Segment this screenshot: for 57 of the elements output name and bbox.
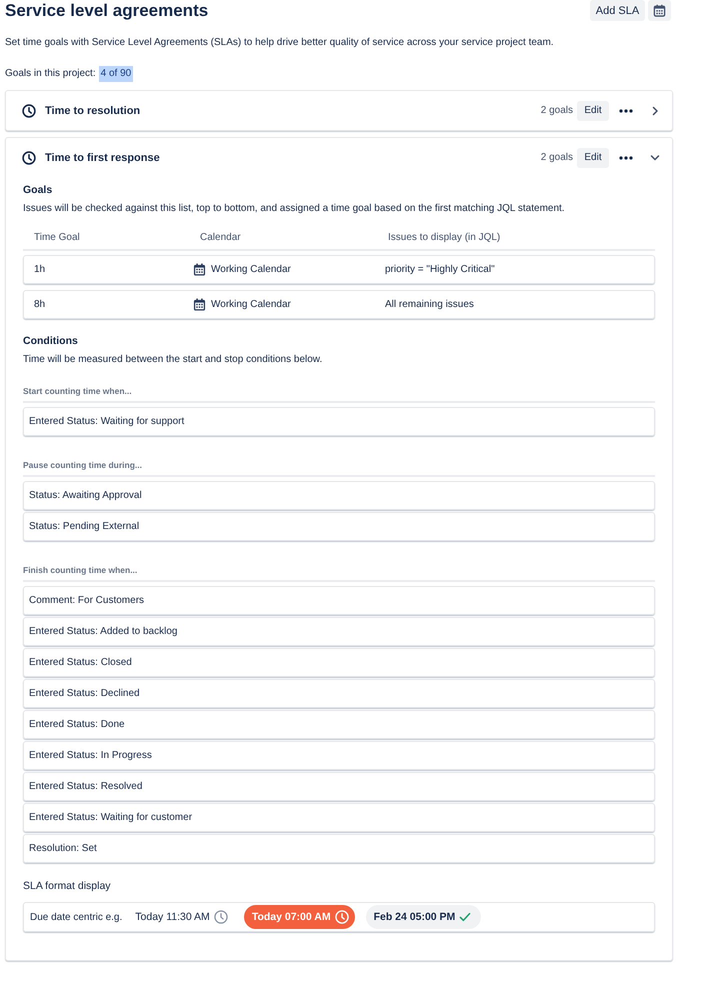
section-description: Time will be measured between the start and stop conditions below.	[23, 353, 324, 367]
condition-item: Entered Status: Closed	[23, 648, 655, 677]
edit-button[interactable]: Edit	[577, 100, 609, 120]
condition-item: Entered Status: Waiting for support	[23, 407, 655, 436]
table-cell-text: 8h	[34, 299, 46, 310]
condition-item: Entered Status: In Progress	[23, 741, 655, 770]
sla-time: Feb 24 05:00 PM	[374, 911, 456, 923]
table-cell: Working Calendar	[211, 299, 291, 310]
goal-count: 2 goals	[540, 105, 573, 116]
table-cell-text: All remaining issues	[385, 299, 475, 310]
condition-item: Entered Status: Waiting for customer	[23, 803, 655, 832]
condition-item: Entered Status: Added to backlog	[23, 617, 655, 646]
condition-group-label: Finish counting time when...	[23, 564, 138, 576]
clock-icon	[22, 104, 36, 118]
sla-name: Time to resolution	[45, 104, 142, 116]
more-icon[interactable]	[619, 108, 633, 112]
clock-icon	[22, 150, 36, 164]
goal-count: 2 goals	[540, 152, 573, 163]
table-cell-text: 1h	[34, 264, 46, 275]
page-description: Set time goals with Service Level Agreements (SLAs) to help drive better quality of service across your service project team.	[5, 36, 555, 50]
clock-icon	[334, 910, 349, 924]
sla-time: Today 07:00 AM	[252, 911, 331, 923]
chevron-right-icon[interactable]	[650, 106, 660, 116]
condition-item: Resolution: Set	[23, 834, 655, 863]
column-header: Issues to display (in JQL)	[388, 231, 502, 245]
calendar-icon	[193, 298, 206, 311]
condition-item: Comment: For Customers	[23, 586, 655, 615]
add-sla-button[interactable]: Add SLA	[590, 0, 645, 21]
goals-count-value: 4 of 90	[98, 66, 134, 82]
section-description: Issues will be checked against this list, top to bottom, and assigned a time goal based on the first matching JQL statement.	[23, 202, 566, 216]
calendar-icon	[653, 4, 666, 17]
condition-item: Entered Status: Declined	[23, 679, 655, 708]
check-icon	[459, 912, 472, 922]
condition-item: Status: Awaiting Approval	[23, 481, 655, 510]
table-cell-text: priority = "Highly Critical"	[385, 264, 496, 275]
calendar-button[interactable]	[648, 0, 671, 21]
calendar-icon	[193, 263, 206, 276]
format-label: Due date centric e.g.	[30, 912, 122, 922]
edit-button[interactable]: Edit	[577, 148, 609, 168]
condition-item: Entered Status: Resolved	[23, 772, 655, 801]
section-heading: Conditions	[23, 334, 79, 348]
section-heading: SLA format display	[23, 879, 112, 893]
table-cell: Working Calendar	[211, 264, 291, 275]
column-header: Calendar	[200, 231, 242, 245]
more-icon[interactable]	[619, 156, 633, 160]
page-title: Service level agreements	[5, 0, 210, 22]
clock-icon	[214, 910, 228, 924]
sla-time: Today 11:30 AM	[135, 911, 210, 923]
chevron-down-icon[interactable]	[650, 152, 660, 162]
section-heading: Goals	[23, 183, 54, 197]
condition-group-label: Start counting time when...	[23, 385, 133, 397]
condition-item: Entered Status: Done	[23, 710, 655, 739]
column-header: Time Goal	[34, 231, 81, 245]
sla-name: Time to first response	[45, 152, 161, 164]
condition-group-label: Pause counting time during...	[23, 459, 144, 471]
goals-count-label: Goals in this project:	[5, 67, 96, 81]
condition-item: Status: Pending External	[23, 512, 655, 541]
